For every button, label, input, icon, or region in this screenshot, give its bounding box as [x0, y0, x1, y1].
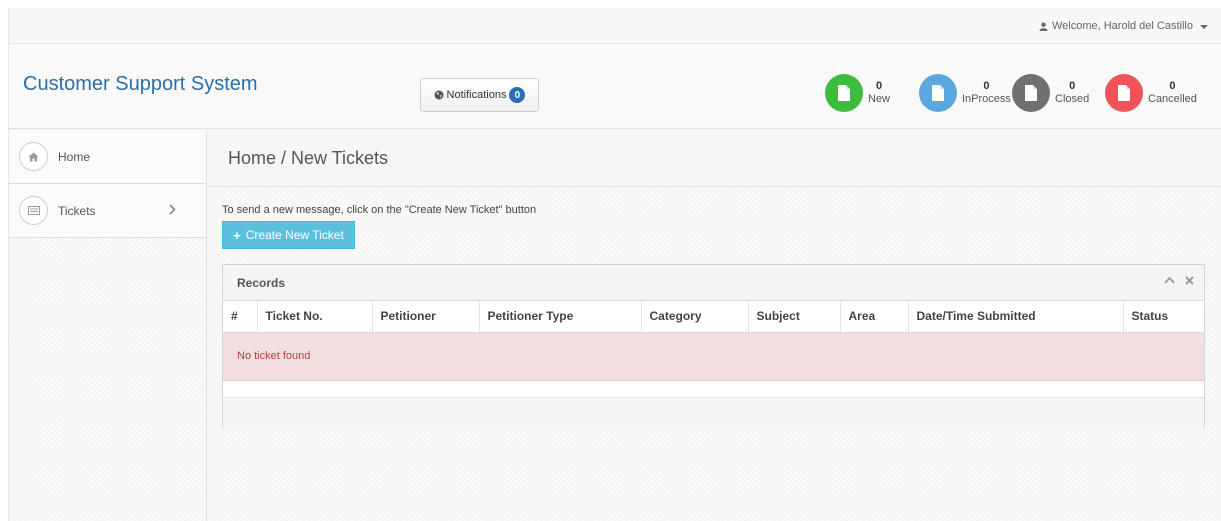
stat-inprocess[interactable]: 0 InProcess [919, 73, 1011, 113]
caret-down-icon [1200, 24, 1208, 29]
close-icon[interactable] [1185, 276, 1194, 285]
welcome-text: Welcome, Harold del Castillo [1051, 20, 1193, 32]
table-footer [223, 380, 1204, 398]
chevron-right-icon [169, 204, 176, 215]
column-header[interactable]: Status [1123, 301, 1204, 333]
notifications-badge: 0 [509, 87, 526, 103]
file-icon [919, 74, 957, 112]
file-icon [825, 74, 863, 112]
column-header[interactable]: Category [641, 301, 749, 333]
stat-inprocess-count: 0 [983, 80, 990, 92]
records-panel: Records # Ticket No. Petitioner Petition… [222, 264, 1205, 428]
user-menu[interactable]: Welcome, Harold del Castillo [1039, 20, 1208, 32]
column-header[interactable]: Subject [748, 301, 841, 333]
table-row: No ticket found [223, 332, 1204, 381]
records-table: # Ticket No. Petitioner Petitioner Type … [223, 301, 1204, 381]
globe-icon [434, 90, 444, 100]
sidebar-item-label: Tickets [58, 203, 96, 218]
sidebar-item-label: Home [58, 149, 91, 164]
collapse-icon[interactable] [1164, 276, 1175, 284]
stat-new-count: 0 [875, 80, 883, 92]
create-new-ticket-button[interactable]: + Create New Ticket [222, 221, 355, 249]
list-icon [19, 196, 48, 225]
file-icon [1105, 74, 1143, 112]
stat-closed[interactable]: 0 Closed [1012, 73, 1089, 113]
stat-new[interactable]: 0 New [825, 73, 890, 113]
home-icon [19, 142, 48, 171]
stat-new-label: New [868, 93, 891, 105]
stat-cancelled[interactable]: 0 Cancelled [1105, 73, 1197, 113]
plus-icon: + [233, 227, 241, 243]
main-content: Home / New Tickets To send a new message… [208, 130, 1221, 521]
panel-footer [223, 397, 1204, 428]
sidebar-item-home[interactable]: Home [9, 130, 206, 184]
brand-title[interactable]: Customer Support System [23, 73, 258, 96]
header: Customer Support System Notifications 0 … [9, 45, 1221, 129]
column-header[interactable]: Area [840, 301, 909, 333]
notifications-button[interactable]: Notifications 0 [420, 78, 539, 112]
records-panel-title: Records [237, 275, 286, 290]
breadcrumb: Home / New Tickets [208, 130, 1221, 187]
create-new-ticket-label: Create New Ticket [245, 228, 344, 242]
stat-inprocess-label: InProcess [962, 93, 1011, 105]
sidebar: Home Tickets [9, 130, 207, 521]
user-icon [1039, 22, 1048, 31]
table-header-row: # Ticket No. Petitioner Petitioner Type … [223, 301, 1204, 333]
page-title: Home / New Tickets [228, 147, 389, 168]
stat-cancelled-count: 0 [1169, 80, 1176, 92]
stat-closed-count: 0 [1069, 80, 1076, 92]
app-frame: Welcome, Harold del Castillo Customer Su… [8, 8, 1221, 521]
stat-cancelled-label: Cancelled [1148, 93, 1197, 105]
column-header[interactable]: Ticket No. [257, 301, 373, 333]
column-header[interactable]: # [223, 301, 258, 333]
stat-closed-label: Closed [1055, 93, 1090, 105]
records-panel-header: Records [223, 265, 1204, 301]
column-header[interactable]: Petitioner Type [479, 301, 642, 333]
sidebar-item-tickets[interactable]: Tickets [9, 184, 206, 238]
empty-message: No ticket found [223, 332, 1204, 381]
instruction-text: To send a new message, click on the "Cre… [222, 204, 537, 216]
top-bar: Welcome, Harold del Castillo [9, 8, 1221, 44]
notifications-label: Notifications [446, 89, 507, 101]
column-header[interactable]: Date/Time Submitted [908, 301, 1124, 333]
file-icon [1012, 74, 1050, 112]
column-header[interactable]: Petitioner [372, 301, 480, 333]
